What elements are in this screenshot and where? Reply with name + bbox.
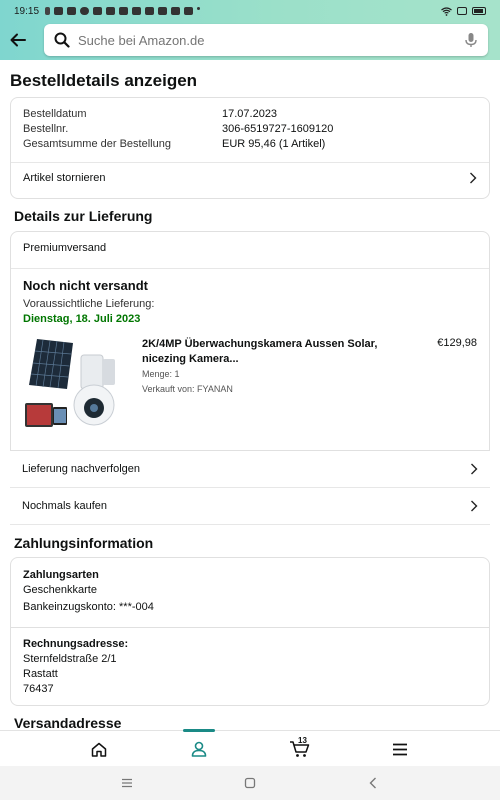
search-icon [54, 32, 70, 48]
youtube-icon [132, 7, 142, 15]
cart-count: 13 [298, 736, 307, 745]
order-number-row: Bestellnr. 306-6519727-1609120 [23, 123, 479, 135]
delivery-section-title: Details zur Lieferung [14, 208, 153, 224]
recents-button[interactable] [120, 776, 134, 790]
back-button[interactable] [8, 30, 28, 50]
payment-method-giftcard: Geschenkkarte [23, 584, 97, 596]
back-system-button[interactable] [366, 776, 380, 790]
order-number-label: Bestellnr. [23, 123, 69, 135]
buy-again-row[interactable]: Nochmals kaufen [10, 488, 490, 525]
track-delivery-row[interactable]: Lieferung nachverfolgen [10, 451, 490, 488]
youtube-icon [67, 7, 77, 15]
divider [11, 268, 489, 269]
bottom-navigation: 13 [0, 729, 500, 766]
order-date-row: Bestelldatum 17.07.2023 [23, 108, 479, 120]
expected-delivery-label: Voraussichtliche Lieferung: [23, 298, 155, 310]
buy-again-label: Nochmals kaufen [22, 500, 107, 512]
product-price: €129,98 [437, 337, 477, 349]
account-icon [191, 741, 207, 757]
payment-method-bank: Bankeinzugskonto: ***-004 [23, 601, 154, 613]
status-bar: 19:15 [14, 4, 486, 18]
track-delivery-label: Lieferung nachverfolgen [22, 463, 141, 475]
chevron-right-icon [471, 500, 478, 512]
chevron-right-icon [471, 463, 478, 475]
shipping-address-section-title: Versandadresse [14, 715, 122, 730]
back-triangle-icon [369, 777, 376, 789]
order-date-value: 17.07.2023 [222, 108, 278, 120]
nav-account[interactable] [188, 739, 210, 759]
billing-street: Sternfeldstraße 2/1 [23, 653, 117, 665]
billing-address-card: Rechnungsadresse: Sternfeldstraße 2/1 Ra… [10, 628, 490, 706]
cancel-item-row[interactable]: Artikel stornieren [23, 172, 477, 184]
shipment-status: Noch nicht versandt [23, 278, 148, 293]
chevron-right-icon [470, 172, 477, 184]
payment-section-title: Zahlungsinformation [14, 535, 154, 551]
order-date-label: Bestelldatum [23, 108, 87, 120]
top-app-bar: 19:15 [0, 0, 500, 60]
notification-icons [45, 7, 201, 15]
back-arrow-icon [10, 33, 26, 47]
search-input[interactable] [78, 32, 464, 48]
billing-address-heading: Rechnungsadresse: [23, 638, 129, 650]
wifi-icon [441, 6, 452, 16]
music-icon [93, 7, 103, 15]
home-square-icon [244, 777, 256, 789]
product-title[interactable]: 2K/4MP Überwachungskamera Aussen Solar, … [142, 337, 422, 367]
shipping-type: Premiumversand [23, 242, 107, 254]
billing-postcode: 76437 [23, 683, 54, 695]
bluetooth-icon [45, 7, 51, 15]
system-navigation-bar [0, 766, 500, 800]
nav-menu[interactable] [389, 739, 411, 759]
payment-methods-card: Zahlungsarten Geschenkkarte Bankeinzugsk… [10, 557, 490, 628]
menu-icon [393, 743, 407, 755]
recents-icon [122, 778, 132, 788]
telegram-icon [119, 7, 129, 15]
microphone-icon[interactable] [464, 32, 478, 48]
divider [11, 162, 489, 163]
billing-city: Rastatt [23, 668, 58, 680]
expected-delivery-date: Dienstag, 18. Juli 2023 [23, 313, 141, 325]
dot-icon [197, 7, 201, 10]
active-tab-indicator [183, 729, 215, 732]
page-title: Bestelldetails anzeigen [10, 71, 198, 90]
vibrate-icon [54, 7, 64, 15]
youtube-icon [171, 7, 181, 15]
search-bar[interactable] [44, 24, 488, 56]
order-total-row: Gesamtsumme der Bestellung EUR 95,46 (1 … [23, 138, 479, 150]
cancel-item-label: Artikel stornieren [23, 172, 106, 184]
gmail-icon [106, 7, 116, 15]
order-total-label: Gesamtsumme der Bestellung [23, 138, 171, 150]
delivery-card: Premiumversand Noch nicht versandt Vorau… [10, 231, 490, 451]
order-total-value: EUR 95,46 (1 Artikel) [222, 138, 326, 150]
battery-icon [472, 7, 486, 15]
cloud-icon [80, 7, 90, 15]
youtube-icon [145, 7, 155, 15]
order-number-value: 306-6519727-1609120 [222, 123, 334, 135]
status-time: 19:15 [14, 5, 40, 17]
home-icon [91, 742, 107, 757]
order-summary-card: Bestelldatum 17.07.2023 Bestellnr. 306-6… [10, 97, 490, 199]
youtube-icon [184, 7, 194, 15]
youtube-icon [158, 7, 168, 15]
product-quantity: Menge: 1 [142, 369, 180, 379]
product-image[interactable] [23, 337, 118, 432]
nav-home[interactable] [88, 739, 110, 759]
system-icons [441, 6, 486, 16]
payment-methods-heading: Zahlungsarten [23, 569, 99, 581]
home-system-button[interactable] [243, 776, 257, 790]
product-seller: Verkauft von: FYANAN [142, 384, 233, 394]
sim-icon [457, 7, 467, 15]
order-details-content: Bestelldetails anzeigen Bestelldatum 17.… [0, 60, 500, 730]
nav-cart[interactable]: 13 [287, 736, 313, 759]
